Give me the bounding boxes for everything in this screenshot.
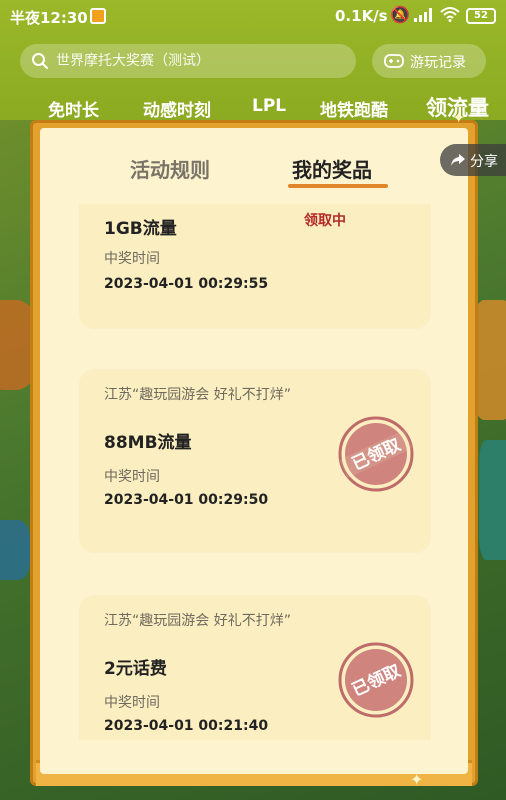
background-decoration: [0, 520, 30, 580]
status-bar: 半夜12:30 0.1K/s 🔕 52: [0, 0, 506, 34]
prize-status: 领取中: [304, 213, 346, 229]
background-decoration: [479, 440, 506, 560]
event-name: 江苏“趣玩园游会 好礼不打烊”: [104, 613, 291, 629]
claimed-stamp: 已领取: [338, 416, 414, 492]
category-tab-lpl[interactable]: LPL: [252, 96, 286, 116]
search-icon: [32, 53, 48, 69]
category-tab-subway-surf[interactable]: 地铁跑酷: [320, 96, 388, 121]
prize-modal: 活动规则 我的奖品 1GB流量 领取中 中奖时间 2023-04-01 00:2…: [40, 128, 468, 774]
category-tab-dynamic-moment[interactable]: 动感时刻: [143, 96, 211, 121]
search-input[interactable]: [56, 44, 346, 78]
active-tab-indicator: [288, 184, 388, 188]
gamepad-icon: [384, 54, 404, 68]
share-icon: [451, 154, 465, 166]
tab-my-prizes[interactable]: 我的奖品: [292, 154, 372, 183]
prize-name: 88MB流量: [104, 433, 192, 453]
win-time-value: 2023-04-01 00:29:55: [104, 276, 269, 292]
prize-card: 江苏“趣玩园游会 好礼不打烊” 2元话费 中奖时间 2023-04-01 00:…: [80, 596, 430, 740]
prize-name: 2元话费: [104, 659, 167, 679]
win-time-label: 中奖时间: [104, 695, 160, 711]
prize-card: 1GB流量 领取中 中奖时间 2023-04-01 00:29:55: [80, 204, 430, 328]
network-speed: 0.1K/s: [335, 7, 388, 25]
share-label: 分享: [470, 154, 498, 170]
search-bar[interactable]: [20, 44, 356, 78]
status-time: 半夜12:30: [10, 9, 88, 27]
category-tab-free-time[interactable]: 免时长: [48, 96, 99, 121]
play-record-button[interactable]: 游玩记录: [372, 44, 486, 78]
share-button[interactable]: 分享: [440, 144, 506, 176]
event-name: 江苏“趣玩园游会 好礼不打烊”: [104, 387, 291, 403]
win-time-label: 中奖时间: [104, 469, 160, 485]
tab-activity-rules[interactable]: 活动规则: [130, 154, 210, 183]
mute-icon: 🔕: [390, 5, 410, 24]
win-time-value: 2023-04-01 00:29:50: [104, 492, 269, 508]
battery-indicator: 52: [466, 8, 496, 24]
prize-list[interactable]: 1GB流量 领取中 中奖时间 2023-04-01 00:29:55 江苏“趣玩…: [40, 204, 468, 740]
win-time-value: 2023-04-01 00:21:40: [104, 718, 269, 734]
sparkle-icon: ✦: [452, 108, 466, 127]
prize-name: 1GB流量: [104, 219, 177, 239]
prize-card: 江苏“趣玩园游会 好礼不打烊” 88MB流量 中奖时间 2023-04-01 0…: [80, 370, 430, 552]
win-time-label: 中奖时间: [104, 251, 160, 267]
signal-icon: [414, 8, 432, 22]
claimed-stamp: 已领取: [338, 642, 414, 718]
wifi-icon: [440, 7, 460, 22]
notification-icon: [90, 8, 106, 24]
play-record-label: 游玩记录: [410, 55, 466, 71]
